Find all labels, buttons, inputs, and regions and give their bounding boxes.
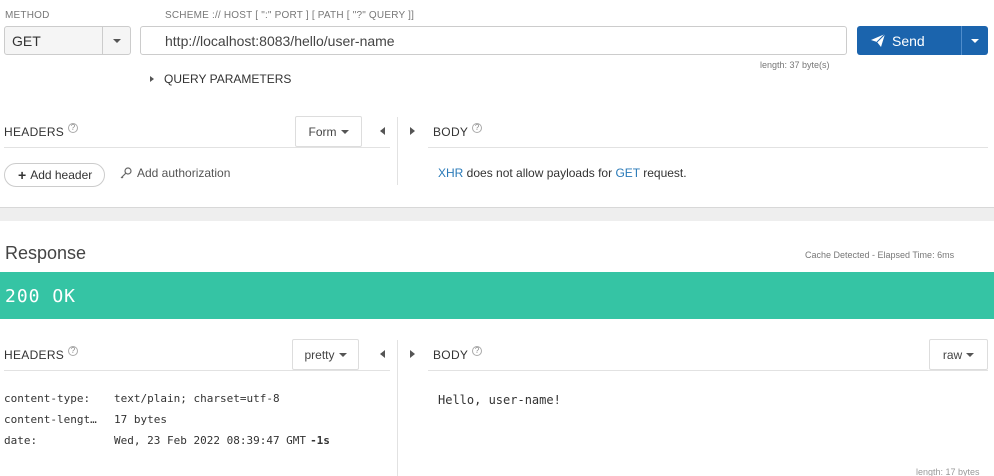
status-bar: 200 OK bbox=[0, 272, 994, 319]
request-body-title: BODY? bbox=[433, 123, 483, 139]
status-text: 200 OK bbox=[5, 286, 77, 307]
divider bbox=[428, 370, 988, 371]
url-value: http://localhost:8083/hello/user-name bbox=[165, 33, 395, 49]
response-body-text: Hello, user-name! bbox=[438, 393, 561, 407]
response-title: Response bbox=[5, 243, 87, 263]
add-header-label: Add header bbox=[30, 168, 93, 182]
help-icon[interactable]: ? bbox=[472, 123, 483, 133]
header-row: content-type: text/plain; charset=utf-8 bbox=[4, 388, 330, 409]
section-separator bbox=[0, 207, 994, 221]
url-input[interactable]: http://localhost:8083/hello/user-name bbox=[140, 26, 847, 55]
send-label: Send bbox=[892, 32, 925, 49]
divider bbox=[4, 147, 390, 148]
response-headers-title: HEADERS? bbox=[4, 346, 79, 362]
header-row: content-lengt… 17 bytes bbox=[4, 409, 330, 430]
panel-divider bbox=[397, 340, 398, 476]
send-button-group: Send bbox=[857, 26, 988, 55]
send-button[interactable]: Send bbox=[857, 26, 962, 55]
chevron-down-icon bbox=[971, 38, 979, 43]
header-extra: -1s bbox=[310, 434, 330, 447]
chevron-right-icon bbox=[150, 76, 154, 82]
xhr-link[interactable]: XHR bbox=[438, 166, 463, 180]
chevron-down-icon bbox=[112, 38, 121, 43]
header-value: 17 bytes bbox=[114, 413, 167, 426]
help-icon[interactable]: ? bbox=[68, 123, 79, 133]
add-authorization-button[interactable]: Add authorization bbox=[120, 166, 230, 180]
response-body-title-text: BODY bbox=[433, 348, 469, 362]
divider bbox=[4, 370, 390, 371]
cache-info: Cache Detected - Elapsed Time: 6ms bbox=[805, 250, 955, 260]
response-headers-title-text: HEADERS bbox=[4, 348, 65, 362]
collapse-left-icon[interactable] bbox=[380, 350, 385, 358]
header-name: content-type: bbox=[4, 392, 91, 405]
request-headers-title-text: HEADERS bbox=[4, 125, 65, 139]
method-select[interactable]: GET bbox=[4, 26, 131, 55]
header-name: content-lengt… bbox=[4, 413, 97, 426]
header-value: text/plain; charset=utf-8 bbox=[114, 392, 280, 405]
headers-mode-select[interactable]: Form bbox=[295, 116, 362, 147]
chevron-down-icon bbox=[966, 352, 975, 357]
chevron-down-icon bbox=[340, 129, 349, 134]
url-length: length: 37 byte(s) bbox=[760, 60, 830, 70]
add-authorization-label: Add authorization bbox=[137, 166, 231, 180]
divider bbox=[428, 147, 988, 148]
method-label: METHOD bbox=[5, 10, 50, 21]
chevron-down-icon bbox=[338, 352, 347, 357]
query-parameters-label: QUERY PARAMETERS bbox=[164, 72, 292, 86]
url-label: SCHEME :// HOST [ ":" PORT ] [ PATH [ "?… bbox=[165, 10, 415, 21]
help-icon[interactable]: ? bbox=[68, 346, 79, 356]
header-name: date: bbox=[4, 434, 38, 447]
message-text: request. bbox=[639, 166, 687, 180]
header-row: date: Wed, 23 Feb 2022 08:39:47 GMT -1s bbox=[4, 430, 330, 451]
response-body-mode-select[interactable]: raw bbox=[929, 339, 988, 370]
send-options-toggle[interactable] bbox=[962, 26, 988, 55]
method-value: GET bbox=[12, 33, 41, 49]
query-parameters-toggle[interactable]: QUERY PARAMETERS bbox=[150, 72, 291, 86]
response-headers-mode-value: pretty bbox=[304, 347, 335, 362]
plus-icon: + bbox=[18, 167, 27, 183]
expand-right-icon[interactable] bbox=[410, 350, 415, 358]
expand-right-icon[interactable] bbox=[410, 127, 415, 135]
method-link[interactable]: GET bbox=[615, 166, 639, 180]
request-body-title-text: BODY bbox=[433, 125, 469, 139]
response-body-length: length: 17 bytes bbox=[916, 468, 980, 476]
add-header-button[interactable]: + Add header bbox=[4, 163, 105, 187]
send-icon bbox=[871, 34, 885, 47]
response-headers-mode-select[interactable]: pretty bbox=[292, 339, 359, 370]
request-headers-title: HEADERS? bbox=[4, 123, 79, 139]
request-body-message: XHR does not allow payloads for GET requ… bbox=[438, 166, 687, 180]
response-body-title: BODY? bbox=[433, 346, 483, 362]
key-icon bbox=[120, 166, 132, 178]
help-icon[interactable]: ? bbox=[472, 346, 483, 356]
panel-divider bbox=[397, 117, 398, 185]
message-text: does not allow payloads for bbox=[463, 166, 616, 180]
headers-mode-value: Form bbox=[308, 124, 337, 139]
collapse-left-icon[interactable] bbox=[380, 127, 385, 135]
header-value: Wed, 23 Feb 2022 08:39:47 GMT bbox=[114, 434, 307, 447]
method-dropdown-toggle[interactable] bbox=[102, 27, 130, 54]
response-body-mode-value: raw bbox=[942, 347, 963, 362]
response-headers-list: content-type: text/plain; charset=utf-8 … bbox=[4, 388, 330, 451]
